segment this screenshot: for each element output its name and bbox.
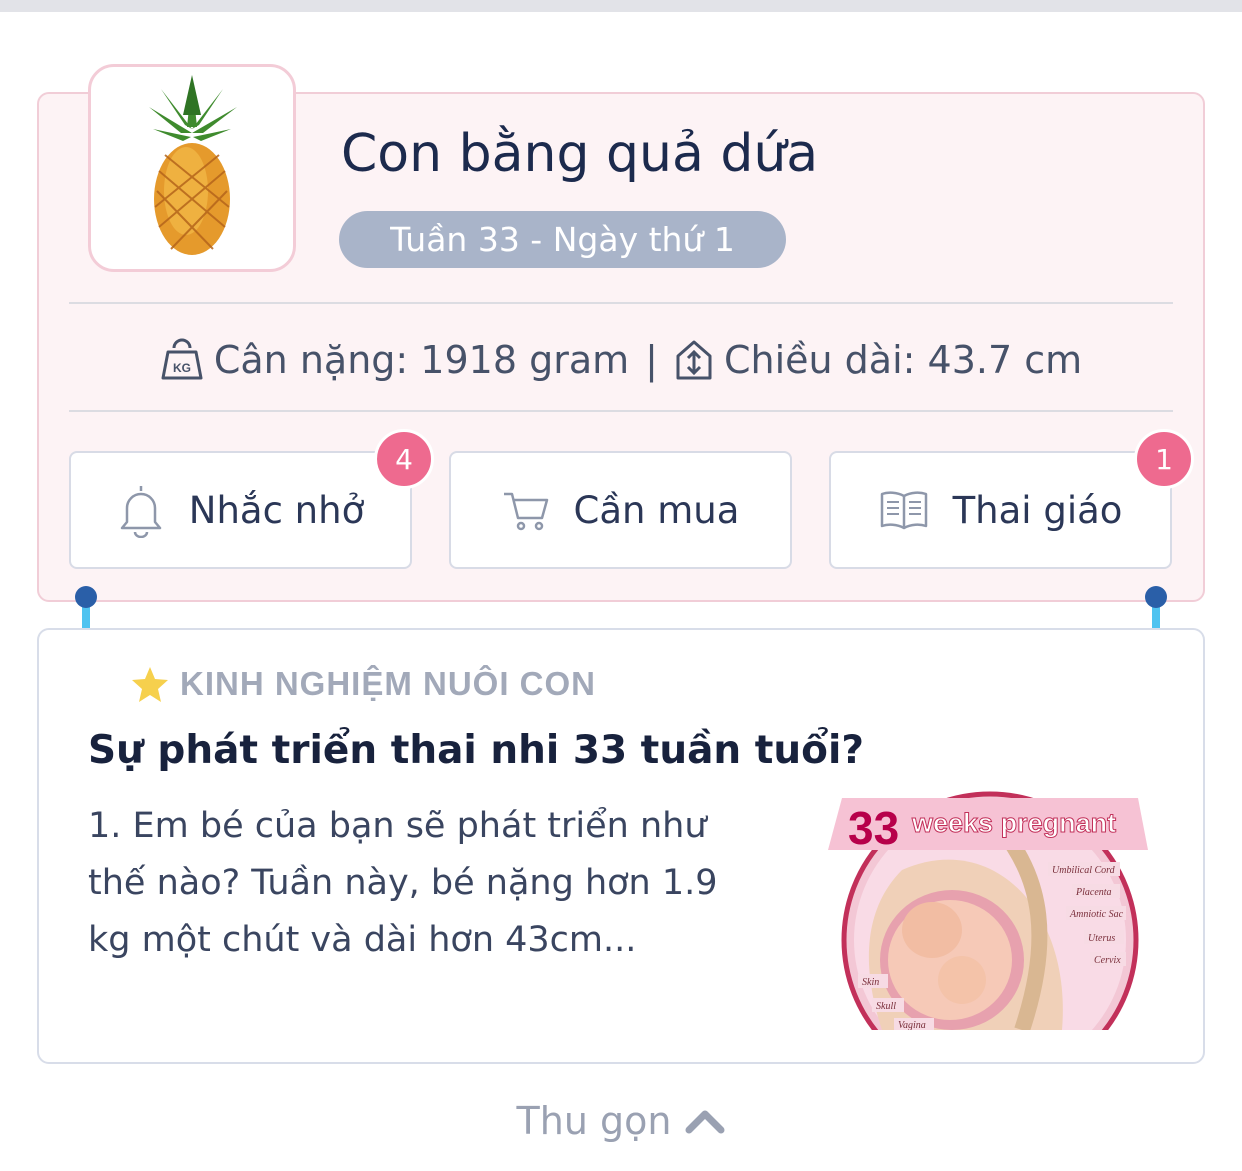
collapse-button[interactable]: Thu gọn [0,1092,1242,1150]
article-excerpt-line: 1. Em bé của bạn sẽ phát triển như [88,806,707,846]
baby-stats: KG Cân nặng: 1918 gram | Chiều dài: 43.7… [0,330,1242,390]
reminder-label: Nhắc nhở [188,488,365,532]
illustration-label: Cervix [1094,955,1121,966]
bell-icon [120,486,162,538]
weight-text: Cân nặng: 1918 gram [213,338,630,382]
length-text: Chiều dài: 43.7 cm [723,338,1083,382]
section-label: KINH NGHIỆM NUÔI CON [130,660,596,708]
illustration-week-number: 33 [848,802,899,854]
article-excerpt-line: kg một chút và dài hơn 43cm... [88,920,637,960]
prenatal-education-count-badge: 1 [1134,429,1194,489]
shopping-label: Cần mua [573,488,740,532]
divider-top [69,302,1173,304]
article-excerpt-line: thế nào? Tuần này, bé nặng hơn 1.9 [88,863,718,903]
illustration-caption: weeks pregnant [911,808,1116,838]
weight-icon: KG [161,338,203,380]
illustration-label: Placenta [1075,887,1112,898]
prenatal-education-button[interactable]: Thai giáo [829,451,1172,569]
illustration-label: Umbilical Cord [1052,865,1116,876]
stats-separator: | [645,338,658,382]
svg-text:KG: KG [173,361,191,375]
star-icon [132,667,168,702]
shopping-button[interactable]: Cần mua [449,451,792,569]
illustration-label: Skull [876,1001,896,1012]
book-icon [880,491,927,530]
prenatal-education-label: Thai giáo [952,488,1123,532]
illustration-label: Vagina [898,1020,926,1030]
article-thumbnail[interactable]: 33 weeks pregnant Umbilical Cord Placent… [822,790,1158,1030]
length-icon [676,340,712,380]
article-excerpt: 1. Em bé của bạn sẽ phát triển như thế n… [88,798,768,969]
baby-size-title: Con bằng quả dứa [341,124,819,184]
chevron-up-icon [685,1110,725,1134]
week-badge: Tuần 33 - Ngày thứ 1 [339,211,786,268]
illustration-label: Skin [862,977,879,988]
illustration-label: Uterus [1088,933,1115,944]
pineapple-icon [149,75,237,255]
collapse-label: Thu gọn [516,1099,672,1143]
top-strip [0,0,1242,12]
section-label-text: KINH NGHIỆM NUÔI CON [180,665,596,702]
divider-bottom [69,410,1173,412]
reminder-button[interactable]: Nhắc nhở [69,451,412,569]
pregnancy-illustration: 33 weeks pregnant Umbilical Cord Placent… [828,791,1148,1030]
cart-icon [503,492,548,531]
reminder-count-badge: 4 [374,429,434,489]
illustration-label: Amniotic Sac [1069,909,1124,920]
fruit-thumbnail [88,64,296,272]
article-title[interactable]: Sự phát triển thai nhi 33 tuần tuổi? [88,728,864,773]
